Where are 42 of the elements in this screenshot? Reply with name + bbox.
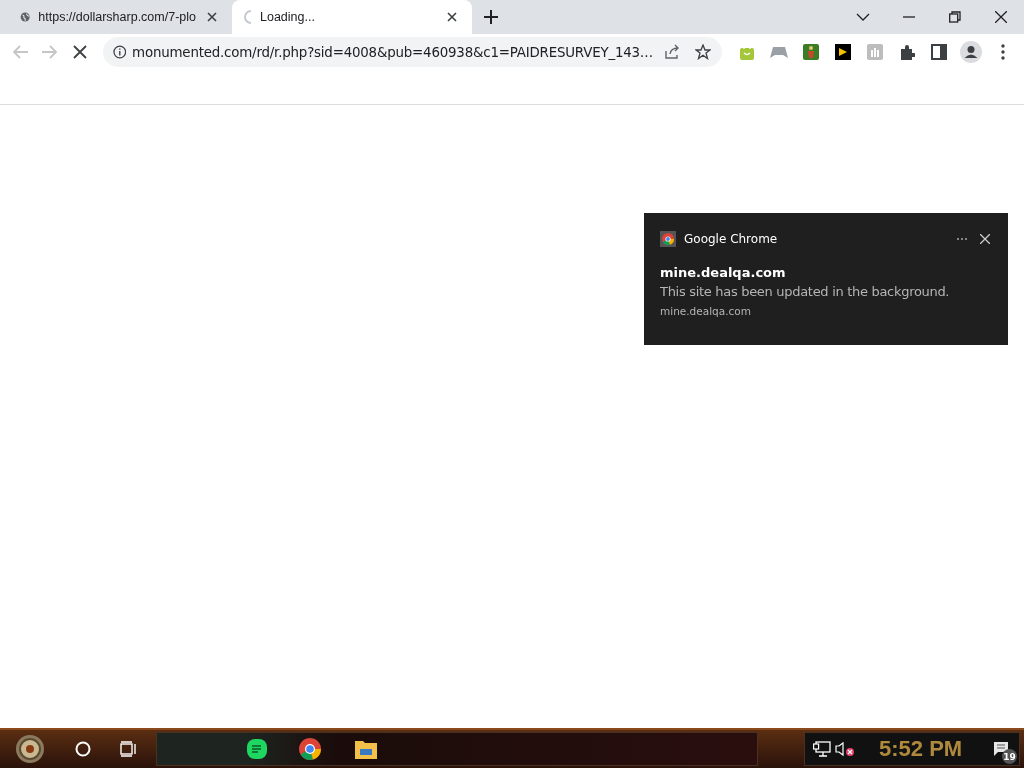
notification-title: mine.dealqa.com — [660, 265, 787, 280]
star-icon — [694, 44, 711, 60]
notification-count: 19 — [1002, 749, 1017, 764]
more-options-button[interactable] — [954, 235, 970, 243]
browser-tab[interactable]: https://dollarsharp.com/7-plo — [8, 0, 232, 34]
browser-tab[interactable]: Loading... — [232, 0, 472, 34]
close-button[interactable] — [978, 232, 992, 246]
close-icon — [207, 12, 217, 22]
notification-source: mine.dealqa.com — [660, 305, 752, 317]
side-panel-icon — [930, 44, 947, 60]
more-icon — [956, 237, 968, 241]
chevron-down-icon — [856, 12, 870, 22]
plus-icon — [484, 10, 498, 24]
chat-icon — [246, 738, 268, 760]
browser-icon — [660, 231, 676, 247]
loading-spinner-icon — [244, 10, 252, 24]
browser-icon — [298, 737, 322, 761]
muted-speaker-icon[interactable] — [835, 741, 855, 757]
close-icon — [73, 45, 88, 59]
restore-icon — [949, 11, 961, 23]
notification-body: This site has been updated in the background. — [660, 284, 951, 299]
folder-icon — [355, 739, 377, 759]
app-name: Google Chrome — [684, 232, 779, 246]
address-bar[interactable]: monumented.com/rd/r.php?sid=4008&pub=460938&c1=PAIDRESURVEY_143… — [102, 37, 722, 67]
avatar-icon — [959, 41, 982, 63]
left-arrow-icon — [12, 45, 29, 59]
circle-icon — [75, 741, 91, 757]
share-icon — [663, 44, 680, 60]
close-icon — [447, 12, 457, 22]
right-arrow-icon — [42, 45, 59, 59]
info-icon — [112, 45, 127, 59]
network-icon[interactable] — [813, 741, 831, 757]
menu-icon — [1000, 44, 1005, 60]
close-icon — [995, 11, 1007, 23]
figure-tile-icon — [802, 44, 819, 60]
notification-center-button[interactable]: 19 — [983, 734, 1019, 764]
notification-toast[interactable]: Google Chrome mine.dealqa.com This site has been updated in the background. mine.dealqa.com — [644, 213, 1008, 345]
play-tile-icon — [834, 44, 851, 60]
task-view-icon — [120, 741, 138, 757]
clock[interactable]: 5:52 PM — [879, 736, 963, 762]
puzzle-icon — [898, 44, 915, 60]
close-icon — [980, 234, 990, 244]
